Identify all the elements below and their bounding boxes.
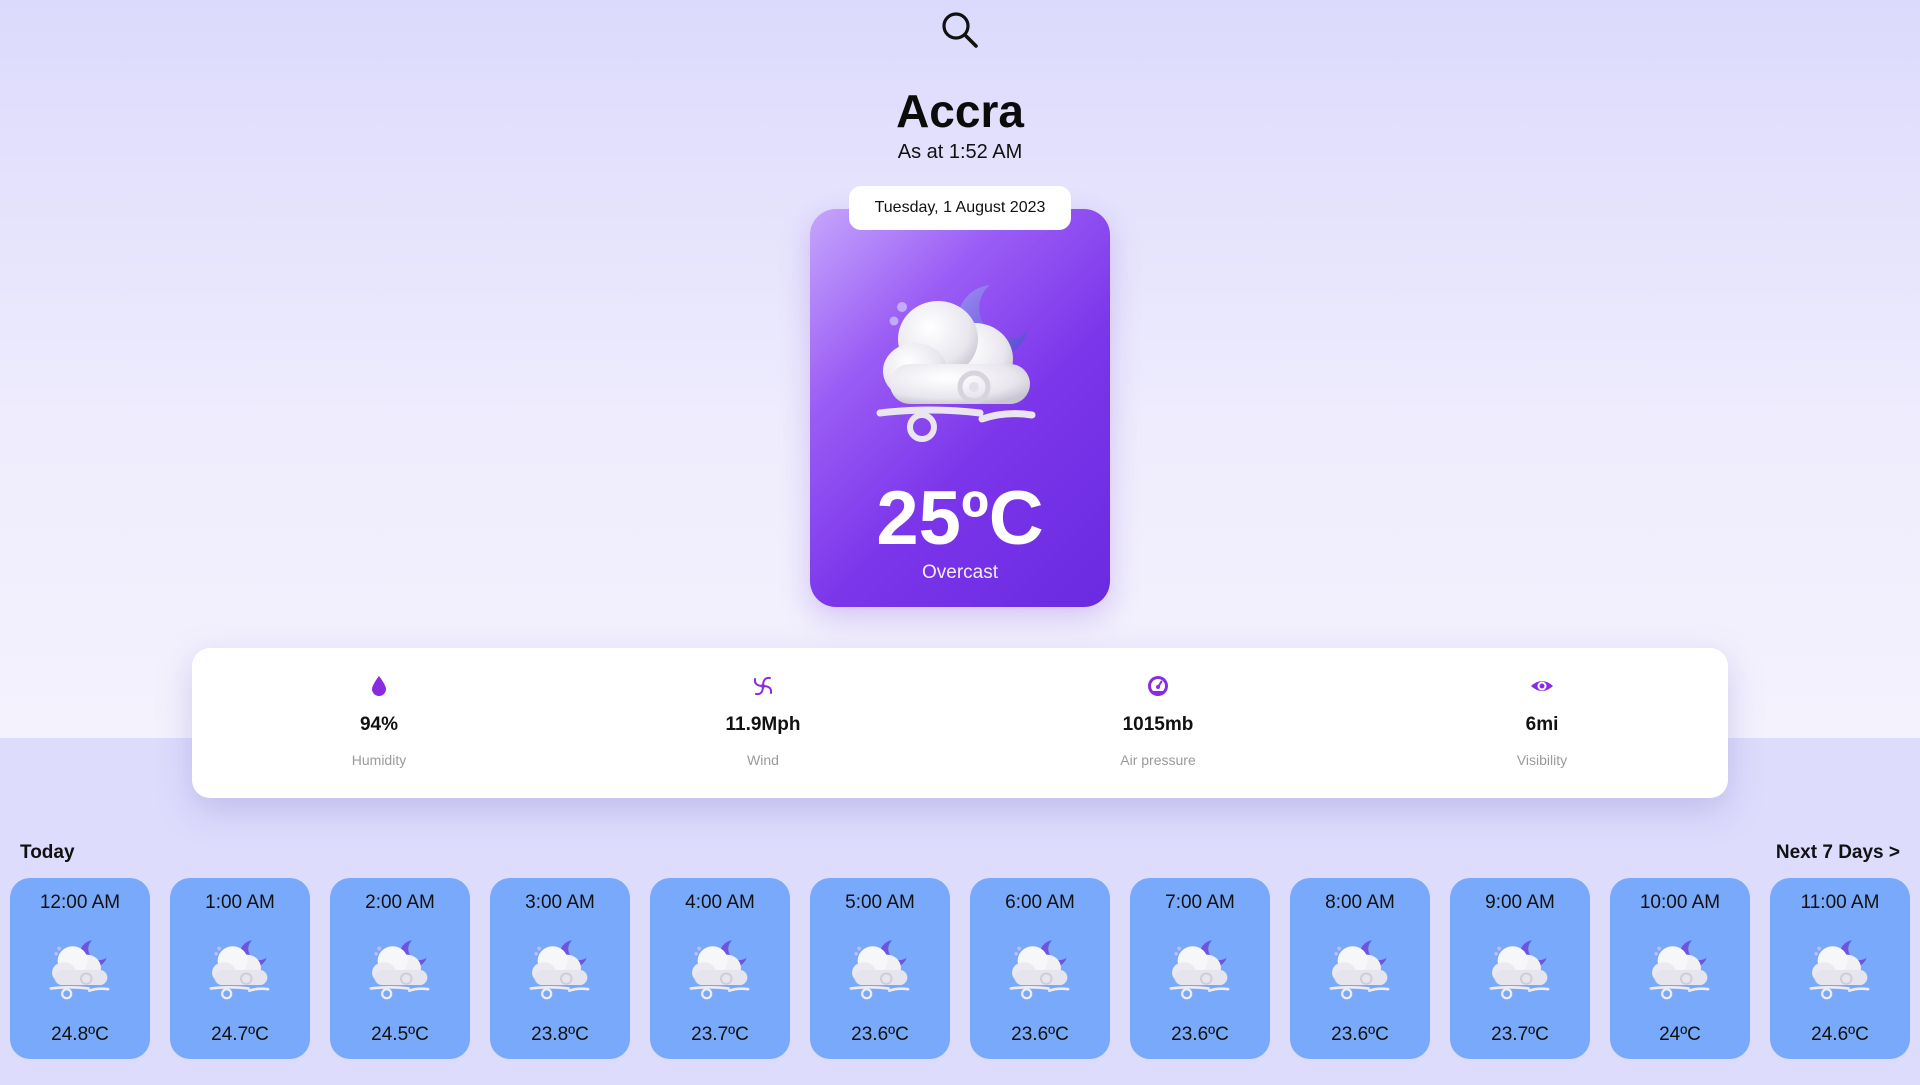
wind-value: 11.9Mph — [725, 714, 801, 735]
hourly-forecast-card[interactable]: 11:00 AM 24.6ºC — [1770, 878, 1910, 1059]
today-heading: Today — [20, 842, 75, 863]
humidity-label: Humidity — [351, 752, 407, 768]
hourly-forecast-card[interactable]: 2:00 AM 24.5ºC — [330, 878, 470, 1059]
hour-time: 11:00 AM — [1800, 892, 1880, 913]
water-drop-icon — [372, 676, 386, 696]
hour-time: 4:00 AM — [685, 892, 755, 913]
hour-temperature: 24.5ºC — [371, 1024, 429, 1045]
cloud-moon-wind-icon — [1329, 940, 1390, 1000]
hour-temperature: 23.8ºC — [531, 1024, 589, 1045]
weather-condition: Overcast — [921, 562, 999, 583]
cloud-moon-wind-icon — [1809, 940, 1870, 1000]
stat-wind: 11.9Mph Wind — [663, 648, 863, 798]
wind-label: Wind — [747, 752, 779, 768]
hourly-forecast-card[interactable]: 5:00 AM 23.6ºC — [810, 878, 950, 1059]
stat-air-pressure: 1015mb Air pressure — [1058, 648, 1258, 798]
hourly-forecast-card[interactable]: 3:00 AM 23.8ºC — [490, 878, 630, 1059]
visibility-label: Visibility — [1516, 752, 1568, 768]
hour-temperature: 24.8ºC — [51, 1024, 109, 1045]
hour-temperature: 23.6ºC — [1171, 1024, 1229, 1045]
last-updated-time: As at 1:52 AM — [897, 141, 1023, 163]
stat-humidity: 94% Humidity — [279, 648, 479, 798]
humidity-value: 94% — [359, 714, 399, 735]
next-7-days-link[interactable]: Next 7 Days > — [1776, 842, 1900, 864]
visibility-value: 6mi — [1525, 714, 1559, 735]
gauge-icon — [1148, 676, 1168, 696]
hour-temperature: 23.6ºC — [1331, 1024, 1389, 1045]
hour-time: 7:00 AM — [1165, 892, 1235, 913]
hour-temperature: 23.6ºC — [1011, 1024, 1069, 1045]
air-pressure-value: 1015mb — [1122, 714, 1194, 735]
hourly-forecast-card[interactable]: 4:00 AM 23.7ºC — [650, 878, 790, 1059]
stat-visibility: 6mi Visibility — [1442, 648, 1642, 798]
wind-spiral-icon — [753, 676, 773, 696]
cloud-moon-wind-icon — [1649, 940, 1710, 1000]
date-badge: Tuesday, 1 August 2023 — [849, 186, 1071, 230]
hourly-forecast-card[interactable]: 9:00 AM 23.7ºC — [1450, 878, 1590, 1059]
cloud-moon-wind-icon — [849, 940, 910, 1000]
hour-time: 12:00 AM — [39, 892, 121, 913]
hour-time: 9:00 AM — [1485, 892, 1555, 913]
search-button[interactable] — [936, 6, 984, 54]
hour-time: 2:00 AM — [365, 892, 435, 913]
air-pressure-label: Air pressure — [1120, 752, 1196, 768]
hourly-forecast-card[interactable]: 8:00 AM 23.6ºC — [1290, 878, 1430, 1059]
hour-temperature: 24.7ºC — [211, 1024, 269, 1045]
cloud-moon-wind-icon — [369, 940, 430, 1000]
city-name: Accra — [896, 85, 1024, 137]
cloud-moon-wind-icon — [1009, 940, 1070, 1000]
cloud-moon-wind-icon — [689, 940, 750, 1000]
search-icon — [942, 12, 978, 48]
hour-time: 3:00 AM — [525, 892, 595, 913]
hourly-forecast-card[interactable]: 12:00 AM 24.8ºC — [10, 878, 150, 1059]
hour-temperature: 24.6ºC — [1811, 1024, 1869, 1045]
cloud-moon-wind-icon — [1489, 940, 1550, 1000]
hour-temperature: 23.6ºC — [851, 1024, 909, 1045]
cloud-moon-wind-icon — [876, 285, 1036, 442]
hour-time: 1:00 AM — [205, 892, 275, 913]
hour-time: 8:00 AM — [1325, 892, 1395, 913]
hour-temperature: 24ºC — [1659, 1024, 1701, 1045]
hour-temperature: 23.7ºC — [691, 1024, 749, 1045]
current-weather-card: 25ºC Overcast — [810, 209, 1110, 607]
hour-time: 6:00 AM — [1005, 892, 1075, 913]
weather-stats-card: 94% Humidity 11.9Mph Wind 1015mb Air pre… — [192, 648, 1728, 798]
hour-time: 10:00 AM — [1639, 892, 1721, 913]
cloud-moon-wind-icon — [49, 940, 110, 1000]
cloud-moon-wind-icon — [1169, 940, 1230, 1000]
hourly-forecast-card[interactable]: 10:00 AM 24ºC — [1610, 878, 1750, 1059]
eye-icon — [1531, 681, 1553, 691]
hourly-forecast-card[interactable]: 7:00 AM 23.6ºC — [1130, 878, 1270, 1059]
hourly-forecast-card[interactable]: 1:00 AM 24.7ºC — [170, 878, 310, 1059]
hourly-forecast-card[interactable]: 6:00 AM 23.6ºC — [970, 878, 1110, 1059]
hour-temperature: 23.7ºC — [1491, 1024, 1549, 1045]
current-temperature: 25ºC — [876, 476, 1044, 561]
cloud-moon-wind-icon — [529, 940, 590, 1000]
hour-time: 5:00 AM — [845, 892, 915, 913]
cloud-moon-wind-icon — [209, 940, 270, 1000]
